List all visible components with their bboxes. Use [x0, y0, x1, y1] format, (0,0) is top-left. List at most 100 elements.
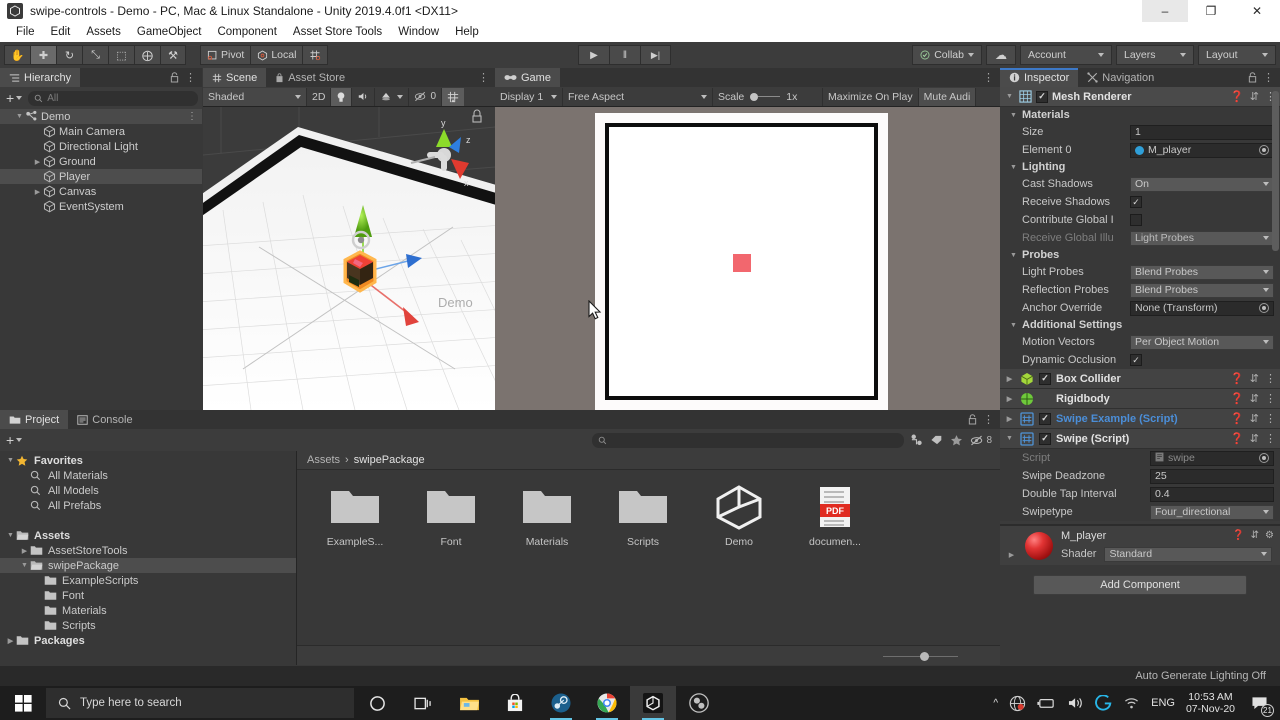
taskbar-search-input[interactable]: Type here to search: [46, 688, 354, 718]
menu-item-asset-store-tools[interactable]: Asset Store Tools: [285, 22, 390, 42]
file-explorer-button[interactable]: [446, 686, 492, 720]
step-button[interactable]: ▶|: [640, 45, 671, 65]
property-text-input[interactable]: 0.4: [1150, 486, 1274, 502]
start-button[interactable]: [0, 686, 46, 720]
chevron-down-icon[interactable]: ▼: [1008, 164, 1019, 171]
cortana-button[interactable]: [354, 686, 400, 720]
component-swipe-script[interactable]: ▼ ✓ Swipe (Script) ❓ ⇵ ⋮: [1000, 429, 1280, 449]
microsoft-store-button[interactable]: [492, 686, 538, 720]
tab-navigation[interactable]: Navigation: [1078, 68, 1164, 87]
menu-item-window[interactable]: Window: [390, 22, 447, 42]
project-tree-item-all-materials[interactable]: All Materials: [0, 468, 296, 483]
chevron-right-icon[interactable]: ▶: [1004, 415, 1015, 423]
mute-audio-button[interactable]: Mute Audi: [918, 87, 977, 106]
tray-expand-icon[interactable]: ^: [993, 698, 998, 709]
chevron-right-icon[interactable]: ▶: [1004, 375, 1015, 383]
help-icon[interactable]: ❓: [1232, 530, 1244, 541]
section-probes[interactable]: ▼ Probes: [1000, 247, 1280, 263]
component-menu-icon[interactable]: ⋮: [1265, 432, 1276, 445]
project-tree-item-swipepackage[interactable]: ▼ swipePackage: [0, 558, 296, 573]
inspector-menu-icon[interactable]: ⋮: [1263, 71, 1274, 84]
tab-scene[interactable]: Scene: [203, 68, 267, 87]
chevron-down-icon[interactable]: ▼: [1004, 93, 1015, 100]
chevron-right-icon[interactable]: ▶: [1004, 395, 1015, 403]
hierarchy-item-eventsystem[interactable]: EventSystem: [0, 199, 202, 214]
lock-icon[interactable]: [1248, 72, 1257, 83]
property-checkbox[interactable]: ✓: [1130, 354, 1142, 366]
asset-item[interactable]: ExampleS...: [321, 484, 389, 548]
mesh-renderer-enabled-checkbox[interactable]: ✓: [1036, 90, 1048, 103]
component-swipe-example-script[interactable]: ▶ ✓ Swipe Example (Script) ❓ ⇵ ⋮: [1000, 409, 1280, 429]
tab-game[interactable]: Game: [495, 68, 560, 87]
project-tree-item-all-models[interactable]: All Models: [0, 483, 296, 498]
pause-button[interactable]: ‖: [609, 45, 640, 65]
minimize-button[interactable]: –: [1142, 0, 1188, 22]
asset-item[interactable]: PDF documen...: [801, 484, 869, 548]
chevron-right-icon[interactable]: ▶: [5, 637, 16, 645]
rect-tool[interactable]: ⬚: [108, 45, 134, 65]
preset-icon[interactable]: ⇵: [1250, 412, 1259, 425]
property-dropdown[interactable]: Four_directional: [1150, 504, 1274, 520]
hierarchy-item-demo[interactable]: ▼ Demo ⋮: [0, 109, 202, 124]
property-object-field[interactable]: swipe: [1150, 450, 1274, 466]
property-object-field[interactable]: M_player: [1130, 142, 1274, 158]
game-viewport[interactable]: [495, 107, 1000, 410]
aspect-dropdown[interactable]: Free Aspect: [563, 87, 713, 106]
unity-taskbar-button[interactable]: [630, 686, 676, 720]
property-text-input[interactable]: 1: [1130, 124, 1274, 140]
project-tree-item-font[interactable]: Font: [0, 588, 296, 603]
breadcrumb-root[interactable]: Assets: [307, 454, 340, 466]
collab-button[interactable]: Collab: [912, 45, 982, 65]
property-text-input[interactable]: 25: [1150, 468, 1274, 484]
project-tree-item-examplescripts[interactable]: ExampleScripts: [0, 573, 296, 588]
create-object-button[interactable]: +: [4, 90, 24, 106]
lock-icon[interactable]: [170, 72, 179, 83]
help-icon[interactable]: ❓: [1230, 432, 1244, 445]
hierarchy-item-canvas[interactable]: ▶ Canvas: [0, 184, 202, 199]
chevron-right-icon[interactable]: ▶: [32, 158, 43, 166]
project-tree-item-packages[interactable]: ▶ Packages: [0, 633, 296, 648]
scene-fx-dropdown[interactable]: [375, 87, 410, 106]
grid-snap-button[interactable]: [302, 45, 329, 65]
section-materials[interactable]: ▼ Materials: [1000, 107, 1280, 123]
project-tree-item-all-prefabs[interactable]: All Prefabs: [0, 498, 296, 513]
maximize-button[interactable]: ❐: [1188, 0, 1234, 22]
custom-tool[interactable]: ⚒: [160, 45, 186, 65]
hierarchy-item-main-camera[interactable]: Main Camera: [0, 124, 202, 139]
scene-gizmos-button[interactable]: 0: [409, 87, 442, 106]
project-tree-item-materials[interactable]: Materials: [0, 603, 296, 618]
chevron-down-icon[interactable]: ▼: [1008, 322, 1019, 329]
tab-console[interactable]: Console: [68, 410, 142, 429]
steam-button[interactable]: [538, 686, 584, 720]
component-enabled-checkbox[interactable]: ✓: [1039, 412, 1051, 425]
object-picker-icon[interactable]: [1259, 145, 1269, 155]
inspector-scrollbar[interactable]: [1272, 91, 1279, 391]
menu-item-assets[interactable]: Assets: [78, 22, 129, 42]
component-rigidbody[interactable]: ▶ Rigidbody ❓ ⇵ ⋮: [1000, 389, 1280, 409]
scene-gizmo-toggle[interactable]: [442, 87, 464, 106]
battery-icon[interactable]: [1037, 697, 1056, 710]
help-icon[interactable]: ❓: [1230, 372, 1244, 385]
property-dropdown[interactable]: Light Probes: [1130, 230, 1274, 246]
project-tree-item-scripts[interactable]: Scripts: [0, 618, 296, 633]
hierarchy-search-input[interactable]: All: [28, 90, 198, 106]
chevron-down-icon[interactable]: ▼: [5, 532, 16, 539]
chrome-button[interactable]: [584, 686, 630, 720]
project-tree-item-assets[interactable]: ▼ Assets: [0, 528, 296, 543]
filter-label-icon[interactable]: [930, 434, 943, 446]
project-tree-item-assetstoretools[interactable]: ▶ AssetStoreTools: [0, 543, 296, 558]
property-dropdown[interactable]: Per Object Motion: [1130, 334, 1274, 350]
chevron-down-icon[interactable]: ▼: [5, 457, 16, 464]
asset-item[interactable]: Scripts: [609, 484, 677, 548]
icon-size-slider[interactable]: [883, 652, 958, 661]
chevron-down-icon[interactable]: ▼: [1004, 435, 1015, 442]
maximize-on-play-button[interactable]: Maximize On Play: [823, 87, 919, 106]
obs-button[interactable]: [676, 686, 722, 720]
gear-icon[interactable]: ⚙: [1265, 530, 1274, 541]
mesh-renderer-header[interactable]: ▼ ✓ Mesh Renderer ❓ ⇵ ⋮: [1000, 87, 1280, 107]
tab-inspector[interactable]: Inspector: [1000, 68, 1079, 87]
move-tool[interactable]: ✚: [30, 45, 56, 65]
notification-center-button[interactable]: 21: [1246, 686, 1274, 720]
chevron-down-icon[interactable]: ▼: [1008, 112, 1019, 119]
tab-hierarchy[interactable]: Hierarchy: [0, 68, 81, 87]
